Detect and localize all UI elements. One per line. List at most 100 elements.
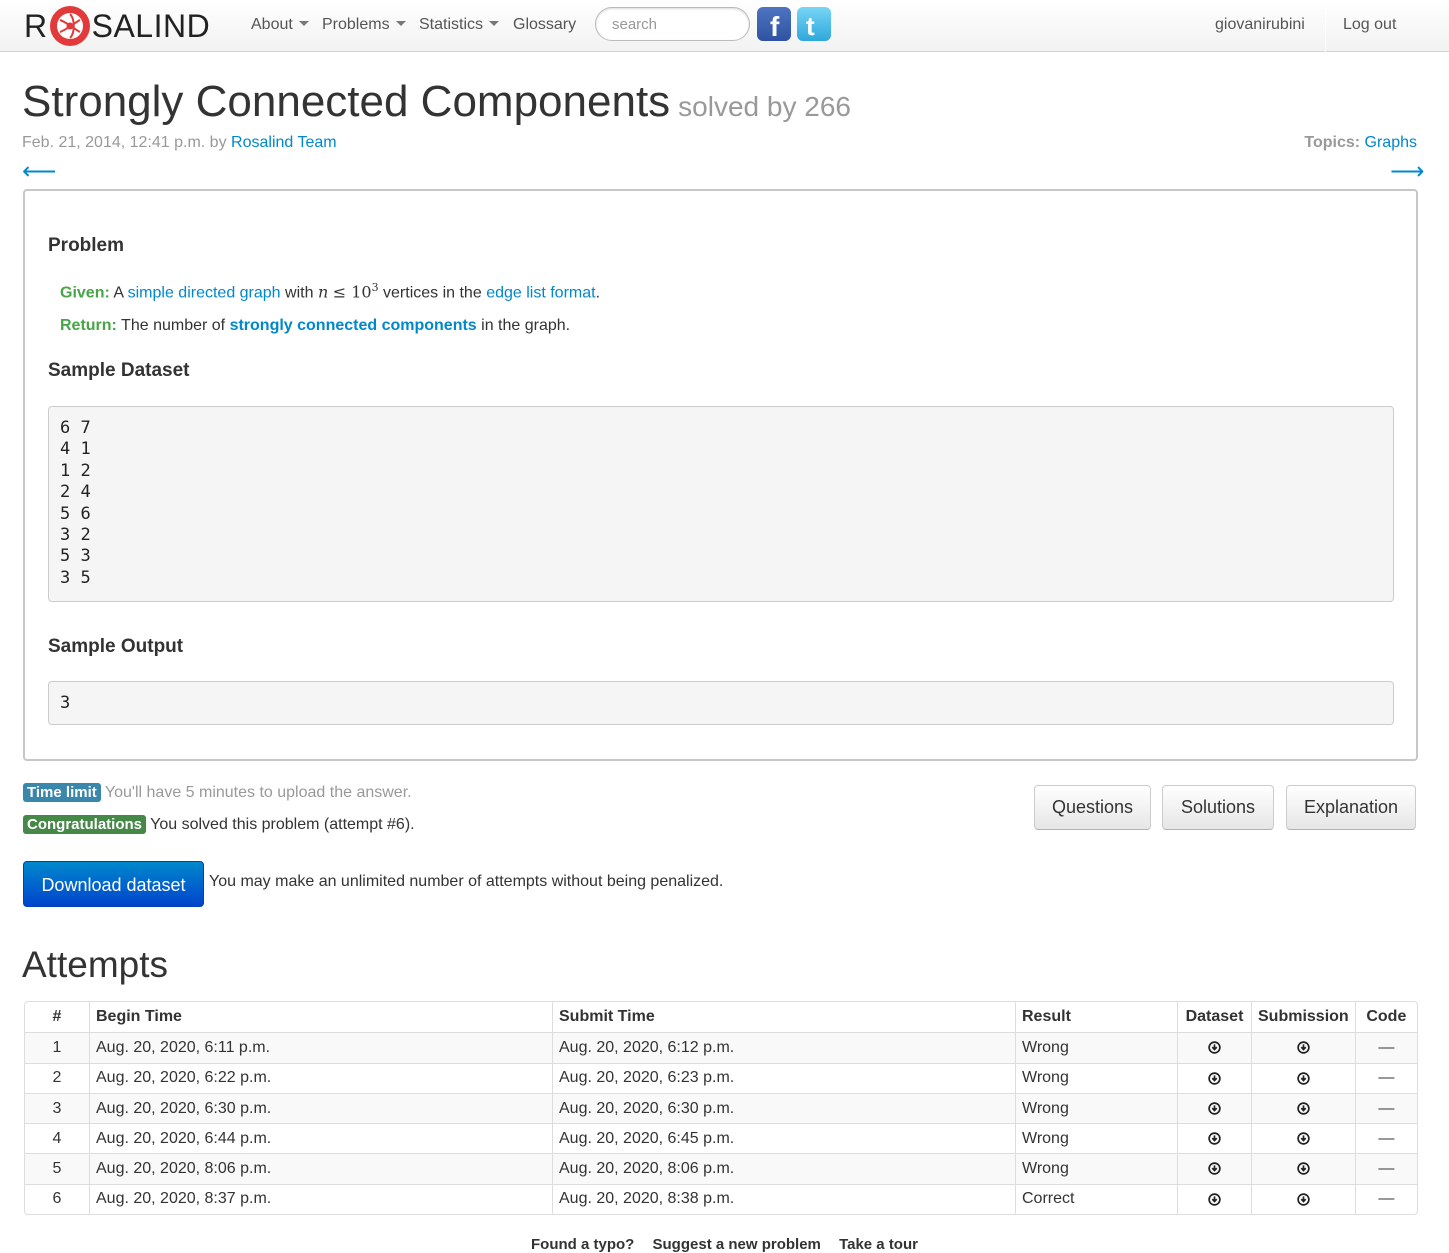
author-link[interactable]: Rosalind Team [231, 134, 337, 151]
submission-download-icon[interactable] [1251, 1123, 1355, 1154]
table-row: 3 Aug. 20, 2020, 6:30 p.m. Aug. 20, 2020, … [25, 1092, 1417, 1124]
return-label: Return: [60, 317, 117, 334]
facebook-icon[interactable]: f [757, 7, 791, 41]
given-a: A [113, 284, 124, 302]
problem-heading: Problem [48, 235, 125, 256]
attempts-table: # Begin Time Submit Time Result Dataset … [24, 1001, 1418, 1216]
logout-link[interactable]: Log out [1343, 0, 1396, 52]
return-pre: The number of [121, 317, 226, 334]
attempt-code: — [1354, 1092, 1417, 1124]
col-number: # [52, 1008, 62, 1026]
submission-download-icon[interactable] [1251, 1092, 1355, 1124]
attempt-submit-time: Aug. 20, 2020, 8:38 p.m. [552, 1183, 1015, 1215]
dataset-download-icon[interactable] [1177, 1092, 1251, 1124]
dataset-download-icon[interactable] [1177, 1032, 1251, 1063]
table-row: 6 Aug. 20, 2020, 8:37 p.m. Aug. 20, 2020, … [25, 1183, 1417, 1215]
topics-label: Topics: [1304, 134, 1361, 151]
attempt-begin-time: Aug. 20, 2020, 6:22 p.m. [89, 1062, 552, 1093]
attempt-result: Wrong [1015, 1032, 1177, 1063]
explanation-button[interactable]: Explanation [1286, 785, 1416, 830]
attempt-code: — [1354, 1032, 1417, 1063]
attempt-submit-time: Aug. 20, 2020, 6:45 p.m. [552, 1123, 1015, 1154]
attempt-result: Wrong [1015, 1062, 1177, 1093]
col-dataset: Dataset [1177, 1002, 1251, 1033]
submission-download-icon[interactable] [1251, 1062, 1355, 1093]
problem-title: Strongly Connected Components [22, 77, 671, 126]
time-limit-row: Time limit You'll have 5 minutes to uplo… [23, 783, 412, 802]
problem-topics: Topics: Graphs [1304, 134, 1417, 152]
problem-statement-box: Problem Given: A simple directed graph w… [23, 189, 1418, 761]
logout-label: Log out [1343, 16, 1397, 33]
suggest-problem-link[interactable]: Suggest a new problem [653, 1236, 821, 1253]
attempts-heading: Attempts [22, 944, 168, 985]
chevron-down-icon [395, 21, 406, 27]
chevron-down-icon [298, 21, 309, 27]
username: giovanirubini [1215, 16, 1305, 33]
return-post: in the graph. [481, 317, 571, 334]
unlimited-attempts-text: You may make an unlimited number of atte… [209, 873, 724, 890]
submission-download-icon[interactable] [1251, 1153, 1355, 1184]
given-period: . [595, 284, 601, 302]
nav-statistics-label: Statistics [419, 16, 484, 33]
given-with: with [285, 284, 314, 302]
user-profile-link[interactable]: giovanirubini [1215, 0, 1305, 52]
nav-statistics-menu[interactable]: Statistics [419, 0, 500, 52]
footer-links: Found a typo? Suggest a new problem Take… [0, 1236, 1449, 1253]
dataset-download-icon[interactable] [1177, 1123, 1251, 1154]
prev-problem-arrow-icon[interactable]: ⟵ [22, 160, 56, 184]
math-exponent: 3 [371, 281, 379, 294]
attempt-code: — [1354, 1153, 1417, 1184]
col-submission: Submission [1251, 1002, 1355, 1033]
table-row: 2 Aug. 20, 2020, 6:22 p.m. Aug. 20, 2020, … [25, 1062, 1417, 1093]
edge-list-format-link[interactable]: edge list format [486, 284, 595, 301]
take-tour-link[interactable]: Take a tour [839, 1236, 918, 1253]
simple-directed-graph-link[interactable]: simple directed graph [128, 284, 281, 301]
download-dataset-button[interactable]: Download dataset [23, 861, 204, 907]
attempt-begin-time: Aug. 20, 2020, 6:11 p.m. [89, 1032, 552, 1063]
dataset-download-icon[interactable] [1177, 1183, 1251, 1215]
given-label: Given: [60, 284, 110, 302]
brand-text-right: SALIND [91, 8, 211, 44]
nav-problems-menu[interactable]: Problems [322, 0, 406, 52]
congratulations-text: You solved this problem (attempt #6). [150, 816, 415, 833]
sample-output-block: 3 [48, 681, 1394, 725]
return-line: Return: The number of strongly connected… [60, 317, 570, 335]
nav-divider [1325, 0, 1326, 52]
col-code: Code [1354, 1002, 1417, 1033]
attempt-result: Wrong [1015, 1123, 1177, 1154]
problem-date: Feb. 21, 2014, 12:41 p.m. by [22, 134, 227, 151]
rosalind-logo-icon [49, 5, 91, 47]
attempt-number: 3 [25, 1092, 89, 1124]
congratulations-badge: Congratulations [23, 815, 146, 834]
next-problem-arrow-icon[interactable]: ⟶ [1390, 160, 1424, 184]
chevron-down-icon [489, 21, 500, 27]
dataset-download-icon[interactable] [1177, 1153, 1251, 1184]
attempt-result: Wrong [1015, 1153, 1177, 1184]
strongly-connected-components-link[interactable]: strongly connected components [230, 317, 477, 334]
svg-text:f: f [770, 11, 780, 41]
col-result: Result [1015, 1002, 1177, 1033]
submission-download-icon[interactable] [1251, 1032, 1355, 1063]
math-n: n [317, 282, 329, 302]
nav-problems-label: Problems [322, 16, 390, 33]
given-line: Given: A simple directed graph with n ≤ … [60, 281, 600, 302]
search-input[interactable] [595, 7, 750, 41]
table-row: 4 Aug. 20, 2020, 6:44 p.m. Aug. 20, 2020, … [25, 1123, 1417, 1154]
submission-download-icon[interactable] [1251, 1183, 1355, 1215]
attempt-code: — [1354, 1062, 1417, 1093]
questions-button[interactable]: Questions [1034, 785, 1151, 830]
table-row: 5 Aug. 20, 2020, 8:06 p.m. Aug. 20, 2020, … [25, 1153, 1417, 1184]
found-typo-link[interactable]: Found a typo? [531, 1236, 634, 1253]
attempt-submit-time: Aug. 20, 2020, 6:30 p.m. [552, 1092, 1015, 1124]
nav-about-menu[interactable]: About [251, 0, 309, 52]
brand-logo-link[interactable]: R SALIND [24, 4, 210, 48]
top-navbar: R SALIND About Problems Statistics Gloss… [0, 0, 1449, 52]
dataset-download-icon[interactable] [1177, 1062, 1251, 1093]
svg-text:t: t [806, 11, 815, 41]
topic-link-graphs[interactable]: Graphs [1365, 134, 1417, 151]
nav-glossary-link[interactable]: Glossary [513, 0, 576, 52]
time-limit-badge: Time limit [23, 783, 101, 802]
twitter-icon[interactable]: t [797, 7, 831, 41]
time-limit-text: You'll have 5 minutes to upload the answ… [104, 784, 412, 801]
solutions-button[interactable]: Solutions [1162, 785, 1274, 830]
